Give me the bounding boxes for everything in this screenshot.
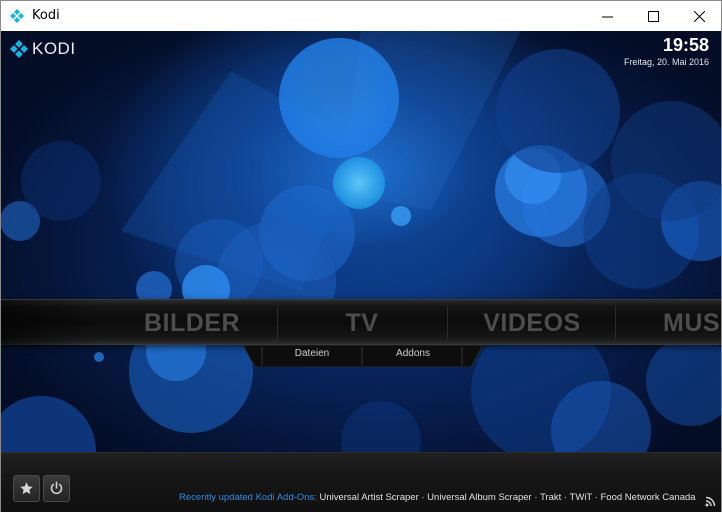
- menu-shade: [1, 300, 101, 346]
- main-menu: BILDER TV VIDEOS MUSIK: [1, 299, 721, 346]
- maximize-button[interactable]: [630, 1, 676, 31]
- window-title: Kodi: [32, 8, 60, 23]
- menu-item-musik[interactable]: MUSIK: [618, 300, 721, 346]
- rss-icon: [705, 494, 716, 512]
- submenu-item-dateien[interactable]: Dateien: [263, 348, 361, 364]
- clock-date: Freitag, 20. Mai 2016: [623, 57, 709, 67]
- ticker-items: Universal Artist Scraper · Universal Alb…: [316, 492, 696, 503]
- rss-ticker: Recently updated Kodi Add-Ons: Universal…: [179, 492, 696, 503]
- power-icon: [50, 481, 63, 495]
- close-icon: [693, 10, 705, 22]
- close-button[interactable]: [676, 1, 722, 31]
- maximize-icon: [647, 10, 659, 22]
- window-titlebar: Kodi: [0, 0, 722, 31]
- kodi-home-screen: KODI 19:58 Freitag, 20. Mai 2016 BILDER …: [0, 31, 722, 512]
- power-button[interactable]: [43, 475, 70, 502]
- kodi-logo-text: KODI: [32, 39, 76, 58]
- menu-item-tv[interactable]: TV: [278, 300, 446, 346]
- favourites-button[interactable]: [13, 475, 40, 502]
- minimize-icon: [601, 16, 613, 17]
- kodi-logo-icon: [10, 40, 28, 58]
- submenu-item-addons[interactable]: Addons: [363, 348, 463, 364]
- minimize-button[interactable]: [584, 1, 630, 31]
- menu-item-videos[interactable]: VIDEOS: [448, 300, 616, 346]
- clock-time: 19:58: [662, 35, 709, 55]
- kodi-logo: KODI: [10, 39, 76, 59]
- menu-divider: [615, 306, 616, 340]
- ticker-lead: Recently updated Kodi Add-Ons:: [179, 492, 317, 503]
- bottom-bar: Recently updated Kodi Add-Ons: Universal…: [1, 452, 721, 512]
- background-bokeh: [1, 31, 721, 506]
- menu-item-bilder[interactable]: BILDER: [108, 300, 276, 346]
- clock: 19:58 Freitag, 20. Mai 2016: [624, 35, 709, 67]
- submenu: Dateien Addons: [243, 345, 483, 367]
- star-icon: [20, 482, 33, 495]
- kodi-logo-icon: [10, 9, 24, 23]
